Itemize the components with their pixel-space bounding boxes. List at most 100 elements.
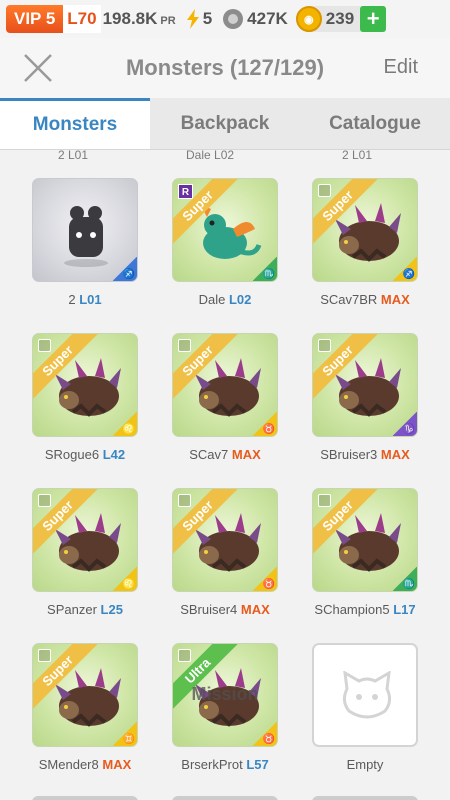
monster-card[interactable]: ♐	[32, 178, 138, 282]
monster-name: Dale	[198, 292, 226, 307]
header: Monsters (127/129) Edit	[0, 38, 450, 98]
monster-card[interactable]: Super ♑	[312, 333, 418, 437]
mission-overlay: Mission	[191, 684, 259, 704]
monster-card[interactable]: Super ♏	[312, 488, 418, 592]
monster-level: L42	[102, 447, 126, 462]
monster-name-label: SCav7BR MAX	[295, 292, 435, 307]
status-bar: VIP 5 L70 198.8K PR 5 427K ◉ 239 +	[0, 0, 450, 38]
page-title: Monsters (127/129)	[125, 55, 325, 80]
next-row-peek	[172, 796, 278, 800]
monster-card[interactable]: Super ♌	[32, 333, 138, 437]
zodiac-sign-icon: ♐	[113, 257, 137, 281]
zodiac-sign-icon: ♏	[393, 567, 417, 591]
peek-label: 2 L01	[342, 150, 373, 162]
rarity-badge: R	[178, 184, 193, 199]
monster-name: SBruiser4	[180, 602, 238, 617]
close-icon[interactable]	[22, 52, 54, 84]
tab-monsters[interactable]: Monsters	[0, 98, 150, 149]
monster-name: SCav7	[189, 447, 229, 462]
next-row-peek	[32, 796, 138, 800]
monster-name: SPanzer	[47, 602, 97, 617]
gold-coin-icon: ◉	[295, 6, 322, 32]
power-rating: 198.8K PR	[101, 9, 176, 29]
monster-name-label: SCav7 MAX	[155, 447, 295, 462]
info-badge-icon	[38, 339, 51, 352]
zodiac-sign-icon: ♌	[113, 412, 137, 436]
info-badge-icon	[318, 494, 331, 507]
monster-name: Empty	[346, 757, 384, 772]
monster-name: SChampion5	[314, 602, 390, 617]
monster-grid[interactable]: 2 L01 Dale L02 2 L01 ♐ 2 L01 R Super ♏ Dale L…	[0, 150, 450, 800]
vip-badge[interactable]: VIP 5	[6, 5, 64, 33]
edit-button[interactable]: Edit	[384, 56, 418, 79]
zodiac-sign-icon: ♉	[253, 722, 277, 746]
info-badge-icon	[38, 649, 51, 662]
monster-level: MAX	[380, 447, 410, 462]
monster-name: SBruiser3	[320, 447, 378, 462]
player-level: L70	[63, 5, 101, 33]
monster-card[interactable]: Super ♊	[32, 643, 138, 747]
monster-level: MAX	[380, 292, 410, 307]
monster-name: SRogue6	[44, 447, 100, 462]
monster-card[interactable]: R Super ♏	[172, 178, 278, 282]
next-row-peek	[312, 796, 418, 800]
power-unit: PR	[160, 15, 176, 27]
add-gold-button[interactable]: +	[360, 6, 387, 32]
monster-name-label: SBruiser4 MAX	[155, 602, 295, 617]
monster-level: L25	[100, 602, 123, 617]
monster-name-label: SPanzer L25	[15, 602, 155, 617]
info-badge-icon	[318, 339, 331, 352]
monster-name-label: Empty	[295, 757, 435, 772]
energy-value: 5	[202, 9, 213, 28]
zodiac-sign-icon: ♉	[253, 567, 277, 591]
monster-name-label: SMender8 MAX	[15, 757, 155, 772]
peek-label: 2 L01	[58, 150, 89, 162]
monster-card[interactable]: Super ♉	[172, 333, 278, 437]
info-badge-icon	[178, 494, 191, 507]
energy-resource[interactable]: 5	[186, 9, 212, 29]
monster-name-label: SBruiser3 MAX	[295, 447, 435, 462]
tab-backpack[interactable]: Backpack	[150, 98, 300, 149]
zodiac-sign-icon: ♐	[393, 257, 417, 281]
gold-value: 239	[325, 9, 355, 28]
peek-label: Dale L02	[186, 150, 235, 162]
monster-name-label: BrserkProt L57	[155, 757, 295, 772]
tab-bar: Monsters Backpack Catalogue	[0, 98, 450, 150]
tab-catalogue[interactable]: Catalogue	[300, 98, 450, 149]
zodiac-sign-icon: ♊	[113, 722, 137, 746]
monster-level: L17	[393, 602, 416, 617]
monster-card[interactable]: Super ♉	[172, 488, 278, 592]
monster-card[interactable]: Ultra Mission ♉	[172, 643, 278, 747]
monster-level: L57	[246, 757, 269, 772]
zodiac-sign-icon: ♌	[113, 567, 137, 591]
monster-card[interactable]: Super ♌	[32, 488, 138, 592]
zodiac-sign-icon: ♉	[253, 412, 277, 436]
power-value: 198.8K	[102, 9, 158, 28]
monster-level: L01	[79, 292, 102, 307]
monster-name: SMender8	[38, 757, 99, 772]
monster-level: MAX	[102, 757, 132, 772]
info-badge-icon	[178, 339, 191, 352]
monster-level: MAX	[240, 602, 270, 617]
monster-name-label: 2 L01	[15, 292, 155, 307]
cat-silhouette-icon	[342, 671, 392, 719]
monster-level: MAX	[231, 447, 261, 462]
food-value: 427K	[247, 9, 288, 28]
monster-name-label: SChampion5 L17	[295, 602, 435, 617]
info-badge-icon	[38, 494, 51, 507]
info-badge-icon	[318, 184, 331, 197]
zodiac-sign-icon: ♏	[253, 257, 277, 281]
monster-name: BrserkProt	[181, 757, 243, 772]
food-icon	[223, 9, 244, 29]
monster-level: L02	[228, 292, 252, 307]
info-badge-icon	[178, 649, 191, 662]
zodiac-sign-icon: ♑	[393, 412, 417, 436]
monster-name: 2	[68, 292, 76, 307]
gold-resource[interactable]: ◉ 239 +	[295, 6, 387, 32]
monster-name: SCav7BR	[320, 292, 378, 307]
monster-name-label: SRogue6 L42	[15, 447, 155, 462]
monster-card[interactable]: Super ♐	[312, 178, 418, 282]
food-resource[interactable]: 427K	[222, 8, 288, 30]
empty-slot-card[interactable]	[312, 643, 418, 747]
lightning-icon	[186, 9, 199, 29]
